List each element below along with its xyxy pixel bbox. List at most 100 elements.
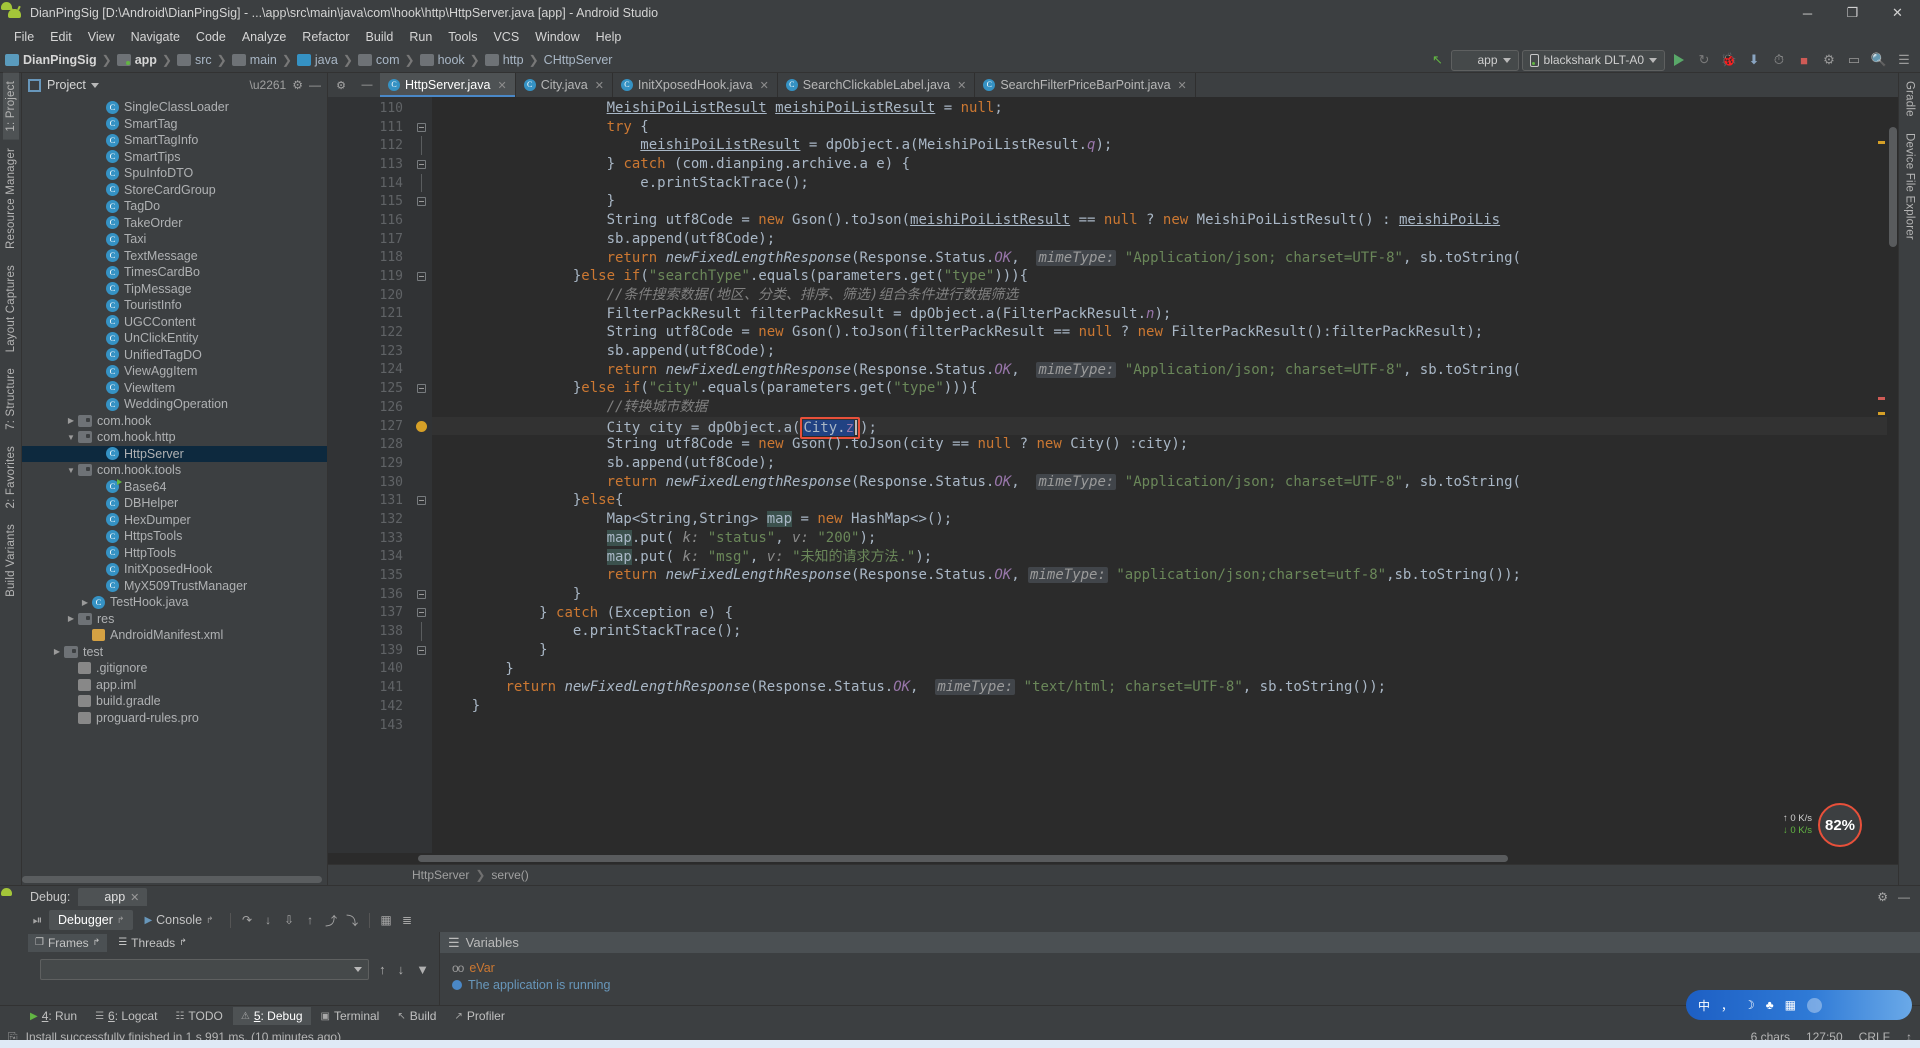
ime-avatar[interactable] — [1807, 997, 1823, 1013]
collapse-all-icon[interactable]: \u2261 — [250, 78, 287, 92]
code-line[interactable]: sb.append(utf8Code); — [432, 342, 1898, 361]
fold-toggle-icon[interactable] — [410, 118, 432, 137]
breadcrumb-item-app[interactable]: app — [116, 53, 157, 67]
tree-node[interactable]: C StoreCardGroup — [22, 182, 327, 199]
tree-node[interactable]: C TipMessage — [22, 281, 327, 298]
fold-region[interactable] — [410, 136, 432, 156]
attach-debugger-button[interactable]: ⬇ — [1743, 50, 1765, 71]
menu-item-build[interactable]: Build — [358, 28, 402, 46]
menu-item-file[interactable]: File — [6, 28, 42, 46]
tree-node[interactable]: C UnifiedTagDO — [22, 347, 327, 364]
debug-tab-debugger[interactable]: Debugger ↱ — [49, 910, 134, 930]
fold-toggle-icon[interactable] — [410, 267, 432, 286]
code-line[interactable]: return newFixedLengthResponse(Response.S… — [432, 678, 1898, 697]
fold-toggle-icon[interactable] — [410, 379, 432, 398]
tree-node[interactable]: ▶ test — [22, 644, 327, 661]
tool-window-run[interactable]: ▶ 4: Run — [22, 1007, 85, 1025]
project-tree[interactable]: C SingleClassLoader C SmartTag C SmartTagInfo… — [22, 97, 327, 885]
chevron-down-icon[interactable] — [90, 82, 99, 88]
pin-icon[interactable]: ↱ — [93, 937, 101, 948]
code-line[interactable]: String utf8Code = new Gson().toJson(city… — [432, 435, 1898, 454]
close-icon[interactable]: ✕ — [497, 79, 506, 92]
ime-grid-icon[interactable]: ▦ — [1785, 998, 1796, 1012]
menu-item-tools[interactable]: Tools — [440, 28, 485, 46]
menu-item-view[interactable]: View — [80, 28, 123, 46]
device-selector[interactable]: blackshark DLT-A0 — [1521, 49, 1665, 71]
tree-node[interactable]: C Base64 — [22, 479, 327, 496]
editor-tab-httpserver[interactable]: C HttpServer.java ✕ — [380, 73, 516, 97]
tree-node[interactable]: proguard-rules.pro — [22, 710, 327, 727]
editor-horizontal-scrollbar[interactable] — [328, 853, 1898, 864]
code-editor[interactable]: 110 111 112 113 114 115 116 117 118 119 120 121 122 1… — [328, 97, 1898, 853]
debug-session-tab[interactable]: app ✕ — [1, 888, 148, 906]
code-line[interactable]: } catch (Exception e) { — [432, 604, 1898, 623]
tree-node[interactable]: C WeddingOperation — [22, 396, 327, 413]
variable-row[interactable]: oo eVar — [452, 959, 1920, 976]
menu-item-help[interactable]: Help — [588, 28, 630, 46]
hide-icon[interactable]: — — [309, 78, 321, 92]
tool-window-build[interactable]: ↖ Build — [389, 1007, 444, 1025]
gear-icon[interactable]: ⚙ — [292, 78, 303, 92]
code-line[interactable]: map.put( k: "msg", v: "未知的请求方法."); — [432, 548, 1898, 567]
performance-badge[interactable]: 82% — [1818, 803, 1862, 847]
tree-node[interactable]: ▼ com.hook.tools — [22, 462, 327, 479]
editor-breadcrumb-item[interactable]: HttpServer — [412, 868, 469, 882]
code-line[interactable]: meishiPoiListResult = dpObject.a(MeishiP… — [432, 136, 1898, 155]
tree-node[interactable]: C ViewAggItem — [22, 363, 327, 380]
fold-region[interactable] — [410, 622, 432, 641]
editor-tab-searchclickablelabel[interactable]: C SearchClickableLabel.java ✕ — [778, 73, 976, 97]
code-line[interactable]: MeishiPoiListResult meishiPoiListResult … — [432, 99, 1898, 118]
sdk-manager-button[interactable]: ⚙ — [1818, 50, 1840, 71]
code-line[interactable]: }else if("city".equals(parameters.get("t… — [432, 379, 1898, 398]
rerun-button[interactable]: ↻ — [1693, 50, 1715, 71]
move-up-icon[interactable]: ↑ — [379, 962, 386, 977]
tree-node[interactable]: C SmartTips — [22, 149, 327, 166]
maximize-button[interactable]: ❐ — [1830, 0, 1875, 26]
menu-item-vcs[interactable]: VCS — [485, 28, 527, 46]
code-line[interactable]: String utf8Code = new Gson().toJson(filt… — [432, 323, 1898, 342]
force-step-into-icon[interactable]: ⇩ — [280, 911, 299, 930]
editor-tab-searchfilterpricebarpoint[interactable]: C SearchFilterPriceBarPoint.java ✕ — [975, 73, 1196, 97]
fold-toggle-icon[interactable] — [410, 155, 432, 174]
close-icon[interactable]: ✕ — [1178, 79, 1187, 92]
debug-pane-tab-frames[interactable]: ❐ Frames ↱ — [28, 933, 108, 952]
code-line[interactable]: } — [432, 641, 1898, 660]
code-line[interactable] — [432, 716, 1898, 735]
step-out-icon[interactable]: ↑ — [301, 911, 320, 930]
fold-toggle-icon[interactable] — [410, 491, 432, 510]
code-line[interactable]: String utf8Code = new Gson().toJson(meis… — [432, 211, 1898, 230]
tool-window-logcat[interactable]: ☰ 6: Logcat — [87, 1007, 165, 1025]
tree-node[interactable]: C TextMessage — [22, 248, 327, 265]
menu-item-edit[interactable]: Edit — [42, 28, 80, 46]
tree-node[interactable]: ▼ com.hook.http — [22, 429, 327, 446]
debug-pane-tab-threads[interactable]: ☰ Threads ↱ — [111, 934, 194, 952]
fold-toggle-icon[interactable] — [410, 604, 432, 623]
code-line[interactable]: }else{ — [432, 491, 1898, 510]
breadcrumb-item-dianpingsig[interactable]: DianPingSig — [5, 53, 97, 67]
tree-node[interactable]: ▶ res — [22, 611, 327, 628]
tree-node-selected[interactable]: C HttpServer — [22, 445, 327, 462]
code-content[interactable]: MeishiPoiListResult meishiPoiListResult … — [432, 97, 1898, 853]
avd-manager-button[interactable]: ▭ — [1843, 50, 1865, 71]
code-line[interactable]: } — [432, 697, 1898, 716]
run-configuration-selector[interactable]: app — [1, 2, 1519, 71]
menu-item-navigate[interactable]: Navigate — [123, 28, 188, 46]
chevron-right-icon[interactable]: ▶ — [64, 416, 78, 425]
tool-tab-gradle[interactable]: Gradle — [1902, 73, 1918, 125]
run-to-cursor-icon[interactable]: ⤵ — [343, 911, 362, 930]
fold-toggle-icon[interactable] — [410, 192, 432, 211]
editor-breadcrumb-item[interactable]: serve() — [491, 868, 528, 882]
gear-icon[interactable]: ⚙ — [1877, 890, 1888, 904]
resume-program-icon[interactable]: ⏯ — [28, 911, 47, 930]
breadcrumb-item-java[interactable]: java — [296, 53, 338, 67]
tree-node[interactable]: C SmartTag — [22, 116, 327, 133]
ime-moon-icon[interactable]: ☽ — [1744, 998, 1755, 1012]
tool-window-todo[interactable]: ☷ TODO — [167, 1007, 230, 1025]
tree-node[interactable]: C TakeOrder — [22, 215, 327, 232]
code-line[interactable]: return newFixedLengthResponse(Response.S… — [432, 361, 1898, 380]
tree-node[interactable]: C HexDumper — [22, 512, 327, 529]
code-line[interactable]: sb.append(utf8Code); — [432, 454, 1898, 473]
tree-node[interactable]: AndroidManifest.xml — [22, 627, 327, 644]
profiler-button[interactable]: ⏱ — [1768, 50, 1790, 71]
step-over-icon[interactable]: ↷ — [238, 911, 257, 930]
